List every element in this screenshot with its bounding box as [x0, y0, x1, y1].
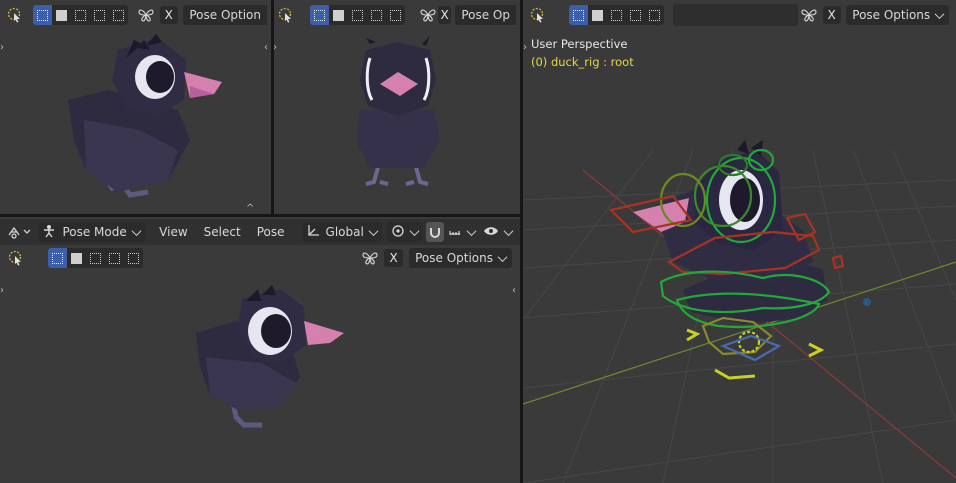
duck-model-side: [68, 34, 222, 198]
duck-model-front: [356, 36, 440, 186]
viewport-bottom-left[interactable]: Pose Mode View Select Pose Global X Pose…: [0, 217, 520, 483]
duck-rig-scene: [608, 140, 871, 380]
viewport-top-middle[interactable]: X Pose Op ›: [274, 0, 520, 214]
duck-model-threequarter: [196, 285, 344, 428]
viewport-right[interactable]: X Pose Options › User Perspective (0) du…: [523, 0, 956, 483]
viewport-top-left[interactable]: X Pose Option › ‹ ^: [0, 0, 271, 214]
